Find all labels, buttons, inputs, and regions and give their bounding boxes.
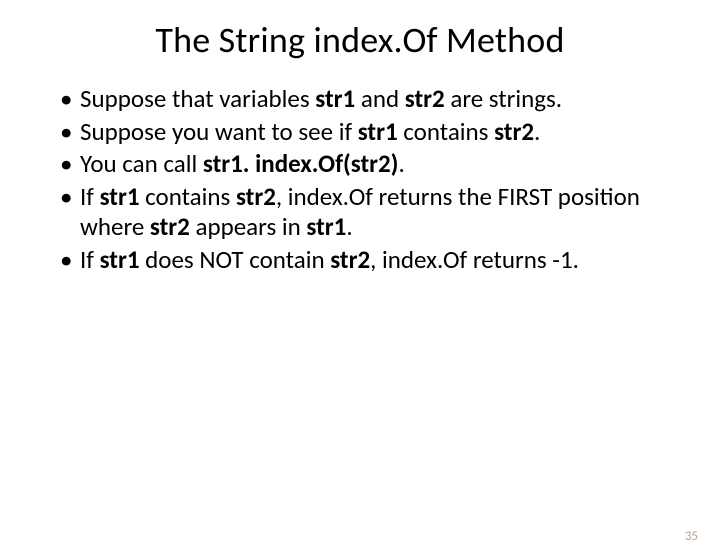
bullet-text: You can call — [80, 148, 203, 179]
bullet-item: If str1 does NOT contain str2, index.Of … — [60, 245, 672, 276]
bullet-text: str1 — [100, 181, 140, 212]
bullet-text: , index.Of returns -1. — [370, 244, 579, 275]
bullet-item: You can call str1. index.Of(str2). — [60, 149, 672, 180]
title-post: Method — [438, 18, 565, 62]
bullet-text: str2 — [236, 181, 276, 212]
bullet-item: Suppose that variables str1 and str2 are… — [60, 84, 672, 115]
bullet-text: and — [355, 83, 405, 114]
bullet-text: str1 — [100, 244, 140, 275]
bullet-text: contains — [140, 181, 236, 212]
bullet-list: Suppose that variables str1 and str2 are… — [60, 84, 672, 275]
bullet-text: str1 — [306, 211, 346, 242]
bullet-text: Suppose that variables — [80, 83, 315, 114]
bullet-text: str2 — [150, 211, 190, 242]
bullet-text: str1 — [315, 83, 355, 114]
bullet-text: . — [346, 211, 352, 242]
bullet-text: contains — [398, 116, 494, 147]
bullet-text: If — [80, 244, 100, 275]
bullet-text: str2 — [330, 244, 370, 275]
bullet-text: str2 — [494, 116, 534, 147]
bullet-text: str1. index.Of(str2) — [203, 148, 399, 179]
bullet-text: . — [534, 116, 540, 147]
title-pre: The String — [155, 18, 313, 62]
bullet-text: str1 — [358, 116, 398, 147]
slide-title: The String index.Of Method — [0, 18, 720, 62]
bullet-text: . — [398, 148, 404, 179]
bullet-item: If str1 contains str2, index.Of returns … — [60, 182, 672, 243]
page-number: 35 — [685, 529, 698, 540]
bullet-text: appears in — [190, 211, 307, 242]
slide: The String index.Of Method Suppose that … — [0, 18, 720, 540]
bullet-text: are strings. — [445, 83, 562, 114]
title-bold: index.Of — [314, 18, 438, 62]
bullet-text: If — [80, 181, 100, 212]
bullet-text: str2 — [405, 83, 445, 114]
slide-body: Suppose that variables str1 and str2 are… — [0, 84, 720, 275]
bullet-text: Suppose you want to see if — [80, 116, 358, 147]
bullet-item: Suppose you want to see if str1 contains… — [60, 117, 672, 148]
bullet-text: does NOT contain — [140, 244, 331, 275]
